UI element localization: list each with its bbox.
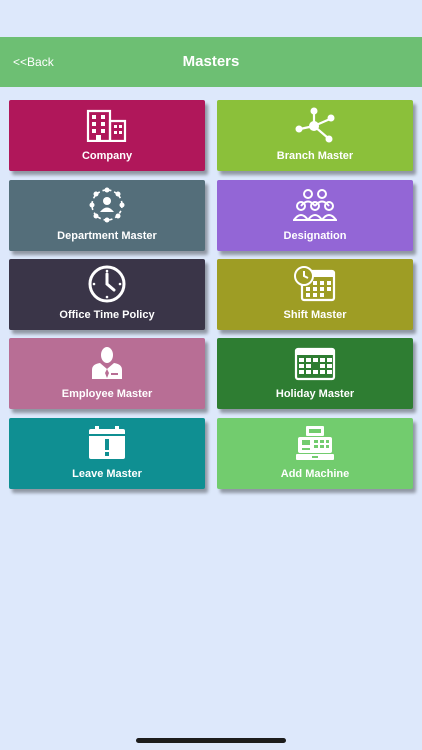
department-network-icon — [9, 187, 205, 223]
holiday-master-label: Holiday Master — [275, 388, 355, 400]
employee-master-tile[interactable]: Employee Master — [9, 338, 205, 409]
back-button[interactable]: <<Back — [13, 37, 54, 87]
company-label: Company — [81, 150, 133, 162]
calendar-alert-icon — [9, 425, 205, 461]
branch-master-tile[interactable]: Branch Master — [217, 100, 413, 171]
company-tile[interactable]: Company — [9, 100, 205, 171]
designation-tile[interactable]: Designation — [217, 180, 413, 251]
home-indicator[interactable] — [136, 738, 286, 743]
building-icon — [9, 107, 205, 143]
group-icon — [217, 187, 413, 223]
add-machine-label: Add Machine — [280, 468, 350, 480]
shift-master-label: Shift Master — [283, 309, 347, 321]
cash-register-icon — [217, 425, 413, 461]
branch-network-icon — [217, 107, 413, 143]
holiday-master-tile[interactable]: Holiday Master — [217, 338, 413, 409]
calendar-icon — [217, 345, 413, 381]
office-time-policy-label: Office Time Policy — [59, 309, 155, 321]
leave-master-label: Leave Master — [72, 468, 142, 480]
designation-label: Designation — [283, 230, 347, 242]
calendar-clock-icon — [217, 266, 413, 302]
employee-master-label: Employee Master — [61, 388, 153, 400]
employee-icon — [9, 345, 205, 381]
shift-master-tile[interactable]: Shift Master — [217, 259, 413, 330]
office-time-policy-tile[interactable]: Office Time Policy — [9, 259, 205, 330]
page-title: Masters — [182, 53, 240, 70]
leave-master-tile[interactable]: Leave Master — [9, 418, 205, 489]
clock-icon — [9, 265, 205, 303]
department-master-label: Department Master — [57, 230, 157, 242]
app-header: <<Back Masters — [0, 37, 422, 87]
add-machine-tile[interactable]: Add Machine — [217, 418, 413, 489]
department-master-tile[interactable]: Department Master — [9, 180, 205, 251]
branch-master-label: Branch Master — [276, 150, 354, 162]
